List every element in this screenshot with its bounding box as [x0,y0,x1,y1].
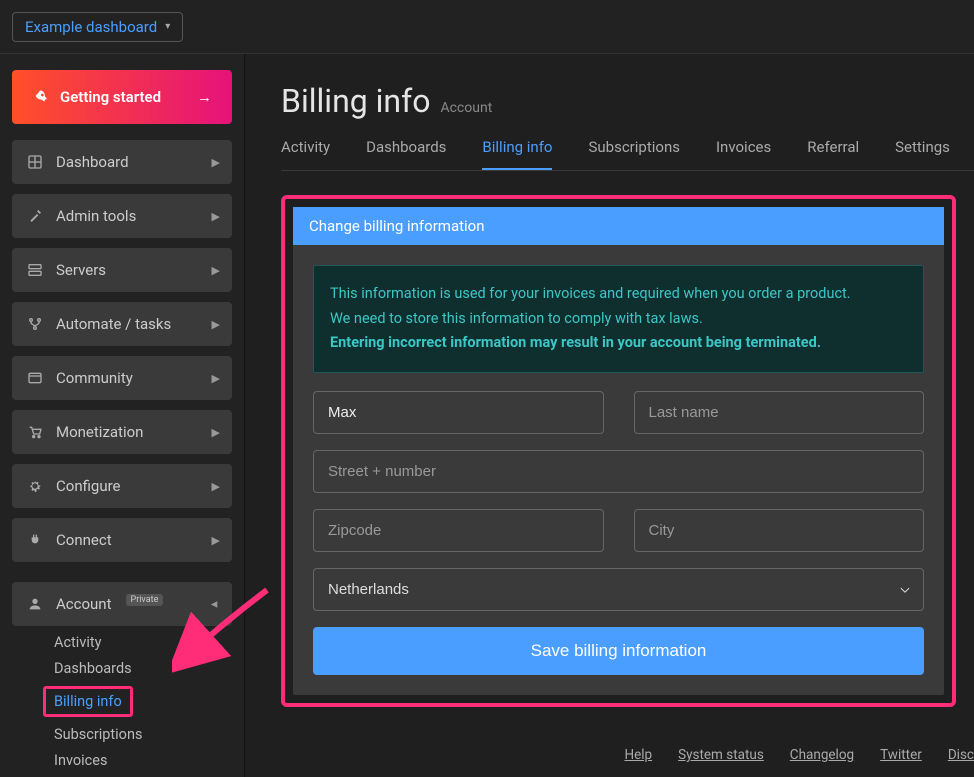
rocket-icon [32,88,50,106]
tab-subscriptions[interactable]: Subscriptions [588,138,679,170]
branch-icon [26,315,44,333]
server-icon [26,261,44,279]
sub-item-activity[interactable]: Activity [54,634,232,651]
chevron-right-icon: ▶ [212,156,220,169]
chevron-right-icon: ▶ [212,480,220,493]
tab-activity[interactable]: Activity [281,138,330,170]
nav-label: Servers [56,261,106,279]
zipcode-input[interactable] [313,509,604,552]
tab-settings[interactable]: Settings [895,138,950,170]
nav-label: Automate / tasks [56,315,171,333]
window-icon [26,369,44,387]
tab-invoices[interactable]: Invoices [716,138,771,170]
sidebar-item-servers[interactable]: Servers ▶ [12,248,232,292]
first-name-input[interactable] [313,391,604,434]
getting-started-button[interactable]: Getting started → [12,70,232,124]
notice-line-2: We need to store this information to com… [330,307,907,332]
nav-label: Admin tools [56,207,136,225]
chevron-down-icon: ▼ [208,599,221,610]
tabs: Activity Dashboards Billing info Subscri… [281,138,974,171]
city-input[interactable] [634,509,925,552]
chevron-right-icon: ▶ [212,426,220,439]
sidebar-item-dashboard[interactable]: Dashboard ▶ [12,140,232,184]
sidebar: Getting started → Dashboard ▶ Admin tool… [0,54,245,777]
topbar: Example dashboard ▾ [0,0,974,54]
main-content: Billing info Account Activity Dashboards… [245,54,974,777]
account-sub-items: Activity Dashboards Billing info Subscri… [54,634,232,777]
nav-label: Monetization [56,423,143,441]
footer-system-status[interactable]: System status [678,747,764,763]
private-badge: Private [126,594,164,606]
tab-billing-info[interactable]: Billing info [482,138,552,170]
grid-icon [26,153,44,171]
sub-item-invoices[interactable]: Invoices [54,752,232,769]
sidebar-item-admin-tools[interactable]: Admin tools ▶ [12,194,232,238]
getting-started-label: Getting started [60,88,161,106]
sidebar-item-configure[interactable]: Configure ▶ [12,464,232,508]
footer-changelog[interactable]: Changelog [790,747,854,763]
footer-links: Help System status Changelog Twitter Dis… [624,747,974,763]
gear-icon [26,477,44,495]
country-select[interactable]: Netherlands [313,568,924,611]
sidebar-item-monetization[interactable]: Monetization ▶ [12,410,232,454]
page-subtitle: Account [440,100,492,116]
wand-icon [26,207,44,225]
panel-header: Change billing information [293,207,944,245]
nav-label: Configure [56,477,121,495]
footer-discord[interactable]: Disc [948,747,974,763]
chevron-right-icon: ▶ [212,210,220,223]
sub-item-dashboards[interactable]: Dashboards [54,660,232,677]
brand-dropdown[interactable]: Example dashboard ▾ [12,12,183,42]
footer-twitter[interactable]: Twitter [880,747,922,763]
tab-dashboards[interactable]: Dashboards [366,138,446,170]
brand-label: Example dashboard [25,18,157,36]
chevron-right-icon: ▶ [212,318,220,331]
nav-label: Community [56,369,133,387]
arrow-right-icon: → [197,88,212,106]
footer-help[interactable]: Help [624,747,652,763]
save-button[interactable]: Save billing information [313,627,924,675]
chevron-right-icon: ▶ [212,264,220,277]
street-input[interactable] [313,450,924,493]
plug-icon [26,531,44,549]
tab-referral[interactable]: Referral [807,138,859,170]
notice-line-1: This information is used for your invoic… [330,282,907,307]
user-icon [26,595,44,613]
info-notice: This information is used for your invoic… [313,265,924,373]
chevron-right-icon: ▶ [212,372,220,385]
nav-label: Dashboard [56,153,129,171]
nav-label: Connect [56,531,112,549]
notice-line-3: Entering incorrect information may resul… [330,331,907,356]
nav-label: Account [56,595,112,613]
sidebar-item-automate[interactable]: Automate / tasks ▶ [12,302,232,346]
page-header: Billing info Account [281,82,974,120]
sidebar-item-community[interactable]: Community ▶ [12,356,232,400]
chevron-right-icon: ▶ [212,534,220,547]
annotation-highlight-frame: Change billing information This informat… [281,195,956,707]
cart-icon [26,423,44,441]
sub-item-subscriptions[interactable]: Subscriptions [54,726,232,743]
last-name-input[interactable] [634,391,925,434]
sidebar-item-account[interactable]: Account Private ▼ [12,582,232,626]
sub-item-billing-info[interactable]: Billing info [43,686,133,717]
sidebar-item-connect[interactable]: Connect ▶ [12,518,232,562]
page-title: Billing info [281,82,430,120]
billing-panel: Change billing information This informat… [293,207,944,695]
caret-down-icon: ▾ [165,21,170,32]
